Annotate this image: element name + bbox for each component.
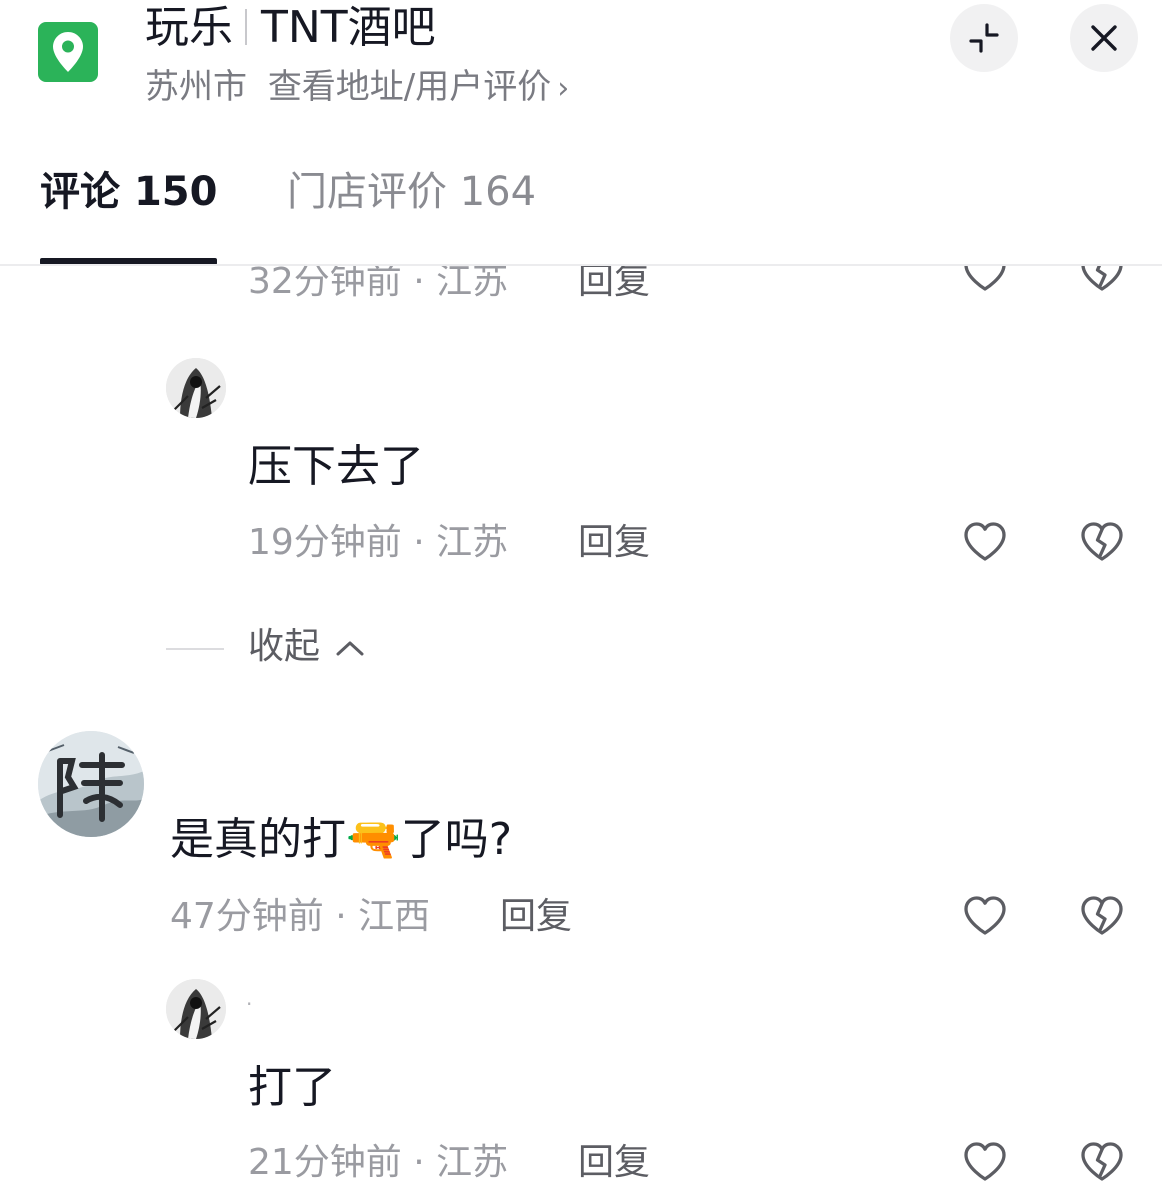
place-name: TNT酒吧 [261, 2, 436, 53]
comment-meta: 47分钟前 · 江西 [170, 896, 431, 937]
ink-portrait-avatar [166, 979, 226, 1039]
tab-comments-count: 150 [133, 169, 218, 215]
reply-button[interactable]: 回复 [578, 1141, 650, 1185]
category-label: 玩乐 [145, 2, 233, 53]
location-subtitle[interactable]: 苏州市 查看地址/用户评价 › [145, 66, 569, 110]
broken-heart-icon[interactable] [1078, 518, 1126, 566]
collapse-replies-button[interactable]: 收起 [248, 625, 365, 669]
tab-store-reviews-count: 164 [459, 169, 537, 215]
heart-icon[interactable] [961, 1138, 1009, 1186]
tab-store-reviews[interactable]: 门店评价 164 [287, 168, 536, 216]
reply-button[interactable]: 回复 [578, 266, 650, 304]
ink-landscape-avatar [38, 731, 144, 837]
avatar[interactable] [166, 979, 226, 1039]
tab-store-reviews-label: 门店评价 [287, 169, 447, 215]
city-label: 苏州市 [145, 67, 247, 107]
ink-portrait-avatar [166, 358, 226, 418]
collapse-divider [166, 648, 224, 650]
tab-comments[interactable]: 评论 150 [40, 168, 217, 216]
reply-button[interactable]: 回复 [578, 521, 650, 565]
reply-button[interactable]: 回复 [500, 895, 572, 939]
broken-heart-icon[interactable] [1078, 892, 1126, 940]
close-button[interactable] [1070, 4, 1138, 72]
collapse-label: 收起 [248, 626, 321, 667]
tab-comments-label: 评论 [40, 169, 120, 215]
avatar[interactable] [166, 358, 226, 418]
chevron-up-icon [336, 641, 364, 656]
comment-text-end: 了吗? [400, 814, 513, 865]
comment-row-partial: 32分钟前 · 江苏 回复 [0, 266, 1162, 312]
location-pin-icon [53, 32, 83, 72]
title-separator [245, 9, 247, 45]
heart-icon[interactable] [961, 266, 1009, 296]
close-icon [1091, 25, 1117, 51]
comment-meta: 19分钟前 · 江苏 [248, 522, 509, 563]
comment-text-start: 是真的打 [170, 814, 346, 865]
comment-text: 是真的打🔫了吗? [170, 814, 512, 866]
heart-icon[interactable] [961, 892, 1009, 940]
broken-heart-icon[interactable] [1078, 266, 1126, 296]
avatar[interactable] [38, 731, 144, 837]
collapse-button[interactable] [950, 4, 1018, 72]
location-badge [38, 22, 98, 82]
heart-icon[interactable] [961, 518, 1009, 566]
comment-meta: 21分钟前 · 江苏 [248, 1142, 509, 1183]
comment-text: 打了 [248, 1062, 336, 1113]
comment-meta: 32分钟前 · 江苏 [248, 266, 509, 302]
chevron-right-icon: › [557, 71, 570, 106]
water-pistol-emoji: 🔫 [346, 814, 401, 865]
comment-text: 压下去了 [248, 441, 424, 492]
collapse-icon [969, 23, 999, 53]
page-title: 玩乐 TNT酒吧 [145, 4, 436, 52]
address-link[interactable]: 查看地址/用户评价 [268, 67, 551, 107]
broken-heart-icon[interactable] [1078, 1138, 1126, 1186]
reply-author-name[interactable]: · [246, 992, 252, 1016]
